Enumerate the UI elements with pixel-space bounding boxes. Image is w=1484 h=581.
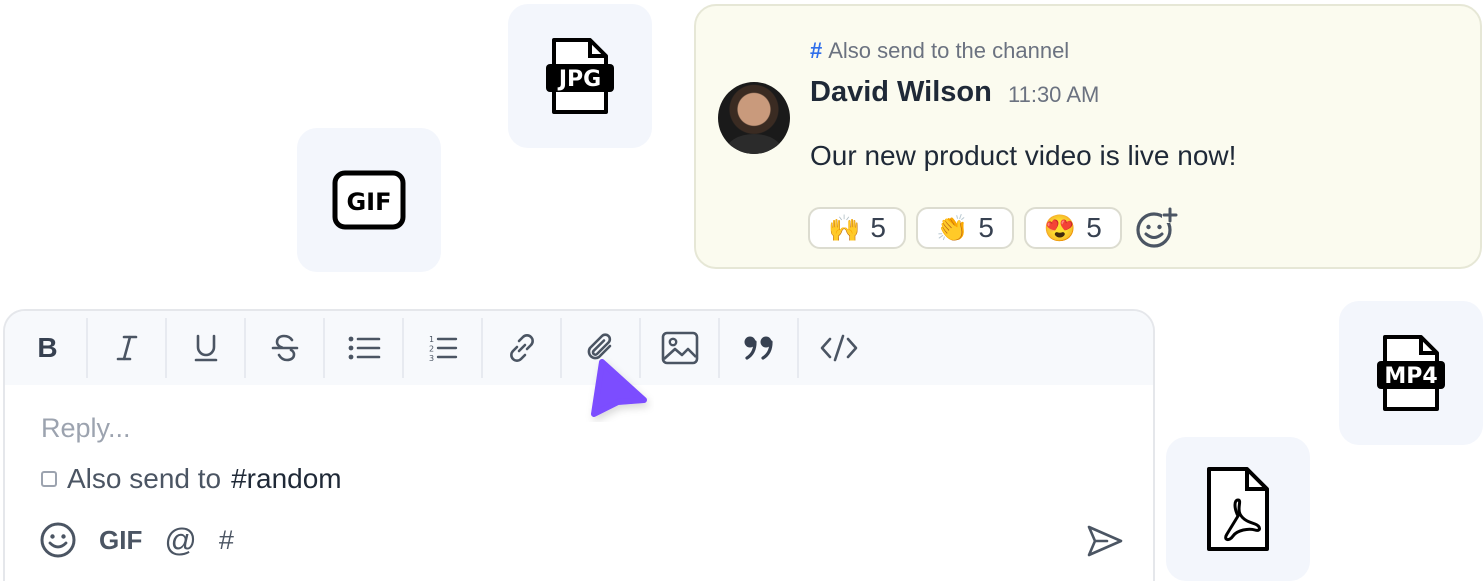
bullet-list-button[interactable] [325, 318, 404, 378]
italic-icon [116, 335, 137, 361]
also-send-option[interactable]: Also send to #random [41, 463, 342, 495]
reply-composer: B 123 Reply... Also send to #random GIF … [3, 309, 1155, 581]
channel-note: # Also send to the channel [810, 38, 1069, 64]
svg-text:1: 1 [429, 335, 434, 344]
link-button[interactable] [483, 318, 562, 378]
message-text: Our new product video is live now! [810, 140, 1237, 171]
hash-icon: # [810, 38, 823, 63]
strikethrough-button[interactable] [246, 318, 325, 378]
link-icon [509, 334, 534, 362]
send-icon [1087, 525, 1123, 557]
bullet-list-icon [348, 336, 380, 360]
numbered-list-icon: 123 [429, 335, 457, 363]
mp4-file-tile: MP4 [1339, 301, 1483, 445]
numbered-list-button[interactable]: 123 [404, 318, 483, 378]
reaction-clapping[interactable]: 👏 5 [915, 207, 1014, 249]
composer-actions: GIF @ # [39, 521, 234, 559]
author-name[interactable]: David Wilson [810, 76, 992, 109]
channel-link-button[interactable]: # [219, 525, 234, 556]
bold-button[interactable]: B [9, 318, 88, 378]
mp4-file-icon: MP4 [1377, 335, 1445, 411]
also-send-label: Also send to [67, 463, 222, 494]
reactions-bar: 🙌 5 👏 5 😍 5 [808, 204, 1180, 252]
quote-icon [744, 336, 773, 360]
also-send-checkbox[interactable] [41, 471, 57, 487]
reaction-count: 5 [978, 212, 994, 243]
italic-button[interactable] [88, 318, 167, 378]
reply-input[interactable]: Reply... [41, 413, 131, 444]
image-icon [661, 331, 698, 365]
reaction-count: 5 [870, 212, 886, 243]
emoji-icon[interactable] [39, 521, 77, 559]
add-emoji-icon [1136, 207, 1178, 248]
reaction-raised-hands[interactable]: 🙌 5 [808, 207, 906, 249]
svg-text:JPG: JPG [557, 67, 601, 92]
quote-button[interactable] [720, 318, 799, 378]
code-button[interactable] [799, 318, 878, 378]
reaction-heart-eyes[interactable]: 😍 5 [1023, 207, 1122, 249]
svg-text:MP4: MP4 [1384, 364, 1437, 389]
gif-button[interactable]: GIF [99, 525, 142, 556]
gif-file-tile: GIF [297, 128, 441, 272]
strikethrough-icon [271, 334, 298, 362]
clapping-hands-emoji: 👏 [935, 213, 969, 243]
formatting-toolbar: B 123 [5, 311, 1153, 385]
add-reaction-button[interactable] [1132, 204, 1180, 252]
underline-button[interactable] [167, 318, 246, 378]
underline-icon [194, 334, 217, 362]
pdf-file-icon [1207, 467, 1269, 551]
also-send-channel: #random [231, 463, 342, 494]
send-button[interactable] [1085, 523, 1125, 564]
mention-button[interactable]: @ [164, 522, 196, 559]
avatar[interactable] [718, 82, 790, 154]
pdf-file-tile [1166, 437, 1310, 581]
raised-hands-emoji: 🙌 [828, 213, 861, 243]
bold-icon: B [37, 332, 58, 363]
channel-note-text: Also send to the channel [828, 38, 1070, 63]
message-card: # Also send to the channel David Wilson … [694, 4, 1482, 269]
cursor-pointer [584, 356, 654, 427]
jpg-file-icon: JPG [546, 38, 614, 114]
jpg-file-tile: JPG [508, 4, 652, 148]
reaction-count: 5 [1086, 212, 1102, 243]
code-icon [820, 334, 857, 362]
cursor-arrow-icon [591, 359, 647, 417]
svg-text:2: 2 [429, 345, 434, 354]
heart-eyes-emoji: 😍 [1043, 213, 1077, 243]
gif-icon: GIF [332, 170, 406, 230]
message-timestamp: 11:30 AM [1008, 82, 1100, 107]
svg-text:3: 3 [429, 354, 434, 363]
svg-text:GIF: GIF [346, 188, 391, 216]
